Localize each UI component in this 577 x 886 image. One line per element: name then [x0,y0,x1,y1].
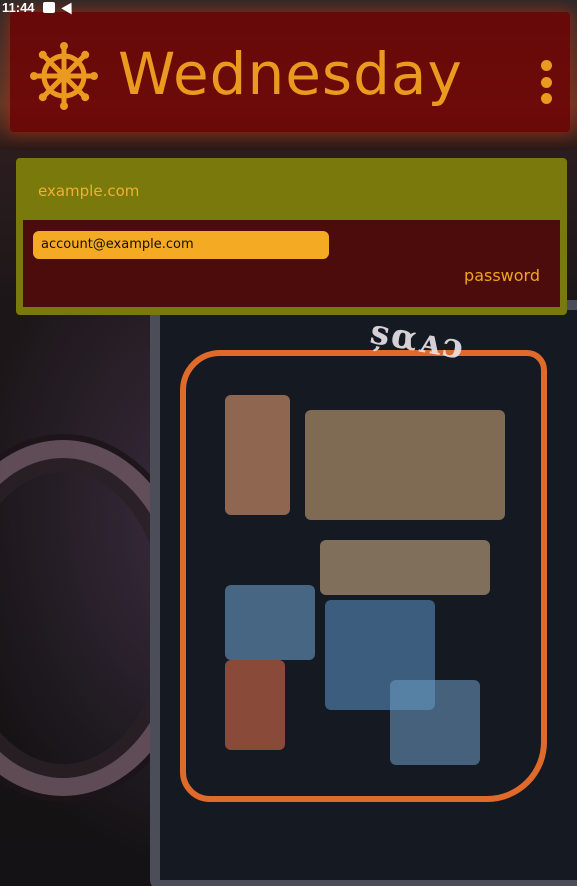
more-vert-icon [540,60,552,71]
credential-card-header[interactable]: example.com [16,158,567,220]
status-bar: 11:44 [0,0,577,15]
wallpaper-shape [225,660,285,750]
app-bar: Wednesday [10,12,570,132]
wallpaper-shape [305,410,505,520]
wallpaper-shape [390,680,480,765]
credential-card-body: account@example.com password [23,220,560,307]
app-screen: 11:44 Wednesday example.com account@exam… [0,0,577,886]
app-title: Wednesday [118,40,463,108]
site-name: example.com [38,182,140,200]
wallpaper-shape [225,585,315,660]
account-field[interactable]: account@example.com [33,231,329,259]
more-vert-icon [540,93,552,104]
password-button[interactable]: password [464,266,540,285]
ship-wheel-icon [30,42,98,110]
more-vert-icon [540,76,552,88]
wallpaper-shape [225,395,290,515]
image-icon [42,1,55,13]
telegram-icon [60,0,77,15]
wallpaper-shape [320,540,490,595]
credential-card[interactable]: example.com account@example.com password [16,158,567,315]
status-time: 11:44 [2,0,35,15]
more-options-button[interactable] [535,52,557,112]
background-wallpaper [0,0,577,886]
